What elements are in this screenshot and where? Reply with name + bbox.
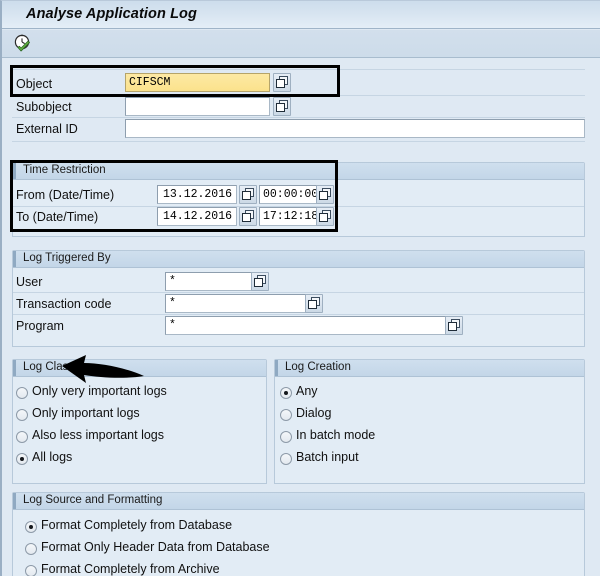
radio-label: Batch input xyxy=(296,450,359,464)
radio-indicator xyxy=(280,409,292,421)
sap-application-window: Analyse Application Log Object CIFSCM Su… xyxy=(0,0,600,576)
radio-label: Only very important logs xyxy=(32,384,167,398)
application-toolbar xyxy=(2,30,600,58)
radio-indicator xyxy=(280,453,292,465)
divider xyxy=(13,314,584,315)
external-id-input[interactable] xyxy=(125,119,585,138)
program-search-help-icon[interactable] xyxy=(445,316,463,335)
from-datetime-label: From (Date/Time) xyxy=(16,188,115,202)
log-creation-panel: Log Creation xyxy=(274,359,585,484)
program-input[interactable]: * xyxy=(165,316,447,335)
radio-indicator xyxy=(280,387,292,399)
to-date-search-help-icon[interactable] xyxy=(239,207,257,226)
object-input[interactable]: CIFSCM xyxy=(125,73,270,92)
from-time-search-help-icon[interactable] xyxy=(316,185,334,204)
page-title: Analyse Application Log xyxy=(26,6,197,22)
transaction-code-label: Transaction code xyxy=(16,297,112,311)
subobject-search-help-icon[interactable] xyxy=(273,97,291,116)
window-title-bar: Analyse Application Log xyxy=(2,1,600,29)
user-search-help-icon[interactable] xyxy=(251,272,269,291)
divider xyxy=(12,95,585,96)
object-search-help-icon[interactable] xyxy=(273,73,291,92)
to-time-search-help-icon[interactable] xyxy=(316,207,334,226)
transaction-code-input[interactable]: * xyxy=(165,294,307,313)
radio-indicator xyxy=(16,409,28,421)
divider xyxy=(12,69,585,70)
divider xyxy=(12,117,585,118)
log-source-title: Log Source and Formatting xyxy=(23,494,163,506)
to-time-input[interactable]: 17:12:18 xyxy=(259,207,317,226)
external-id-label: External ID xyxy=(16,122,78,136)
radio-indicator xyxy=(25,565,37,576)
user-label: User xyxy=(16,275,43,289)
clock-check-execute-icon[interactable] xyxy=(13,34,34,55)
radio-label: Only important logs xyxy=(32,406,140,420)
log-class-title: Log Class xyxy=(23,361,75,373)
object-label: Object xyxy=(16,77,53,91)
from-time-input[interactable]: 00:00:00 xyxy=(259,185,317,204)
radio-label: Format Only Header Data from Database xyxy=(41,540,270,554)
radio-indicator xyxy=(16,387,28,399)
subobject-input[interactable] xyxy=(125,97,270,116)
transaction-code-search-help-icon[interactable] xyxy=(305,294,323,313)
radio-label: Any xyxy=(296,384,318,398)
subobject-label: Subobject xyxy=(16,100,72,114)
divider xyxy=(13,292,584,293)
radio-label: Dialog xyxy=(296,406,332,420)
log-triggered-by-title: Log Triggered By xyxy=(23,252,111,264)
to-datetime-label: To (Date/Time) xyxy=(16,210,99,224)
log-class-header: Log Class xyxy=(13,360,266,377)
program-label: Program xyxy=(16,319,64,333)
log-creation-header: Log Creation xyxy=(275,360,584,377)
log-source-header: Log Source and Formatting xyxy=(13,493,584,510)
log-creation-title: Log Creation xyxy=(285,361,351,373)
log-triggered-by-header: Log Triggered By xyxy=(13,251,584,268)
from-date-search-help-icon[interactable] xyxy=(239,185,257,204)
radio-label: In batch mode xyxy=(296,428,376,442)
to-date-input[interactable]: 14.12.2016 xyxy=(157,207,237,226)
radio-indicator xyxy=(25,543,37,555)
radio-label: Format Completely from Archive xyxy=(41,562,220,576)
time-restriction-header: Time Restriction xyxy=(13,163,584,180)
radio-label: All logs xyxy=(32,450,73,464)
time-restriction-title: Time Restriction xyxy=(23,164,106,176)
radio-indicator xyxy=(16,431,28,443)
radio-indicator xyxy=(16,453,28,465)
from-date-input[interactable]: 13.12.2016 xyxy=(157,185,237,204)
radio-label: Also less important logs xyxy=(32,428,165,442)
log-class-panel: Log Class xyxy=(12,359,267,484)
user-input[interactable]: * xyxy=(165,272,253,291)
radio-label: Format Completely from Database xyxy=(41,518,233,532)
divider xyxy=(12,141,585,142)
radio-indicator xyxy=(25,521,37,533)
radio-indicator xyxy=(280,431,292,443)
